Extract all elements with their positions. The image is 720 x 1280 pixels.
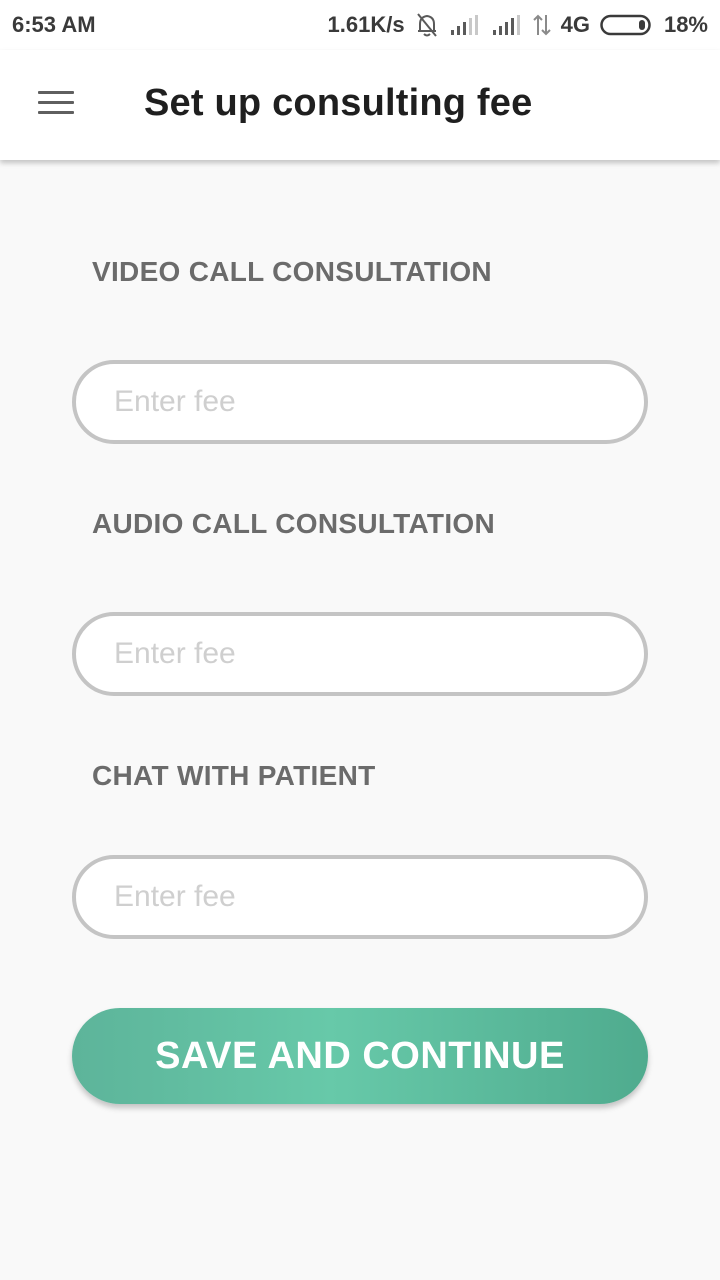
signal-icon <box>491 14 523 36</box>
video-call-label: VIDEO CALL CONSULTATION <box>92 256 492 287</box>
app-bar: Set up consulting fee <box>0 50 720 160</box>
network-speed: 1.61K/s <box>327 12 405 37</box>
status-time: 6:53 AM <box>12 12 96 37</box>
audio-call-label: AUDIO CALL CONSULTATION <box>92 508 496 539</box>
battery-icon <box>600 14 654 36</box>
chat-label: CHAT WITH PATIENT <box>92 760 376 791</box>
status-icons: 1.61K/s 4G 18% <box>328 10 708 40</box>
audio-call-fee-input[interactable] <box>72 612 648 696</box>
chat-fee-input[interactable] <box>72 855 648 939</box>
video-call-fee-input[interactable] <box>72 360 648 444</box>
signal-icon <box>449 14 481 36</box>
menu-icon[interactable] <box>36 86 76 118</box>
save-and-continue-button[interactable]: SAVE AND CONTINUE <box>72 1008 648 1104</box>
data-arrows-icon <box>532 13 551 37</box>
fee-form: VIDEO CALL CONSULTATION AUDIO CALL CONSU… <box>0 160 720 1280</box>
page-title: Set up consulting fee <box>144 82 533 124</box>
status-bar: 6:53 AM 1.61K/s 4G 18% <box>0 0 720 50</box>
bell-off-icon <box>415 12 439 38</box>
battery-percent: 18% <box>663 12 708 37</box>
network-type: 4G <box>560 12 590 37</box>
